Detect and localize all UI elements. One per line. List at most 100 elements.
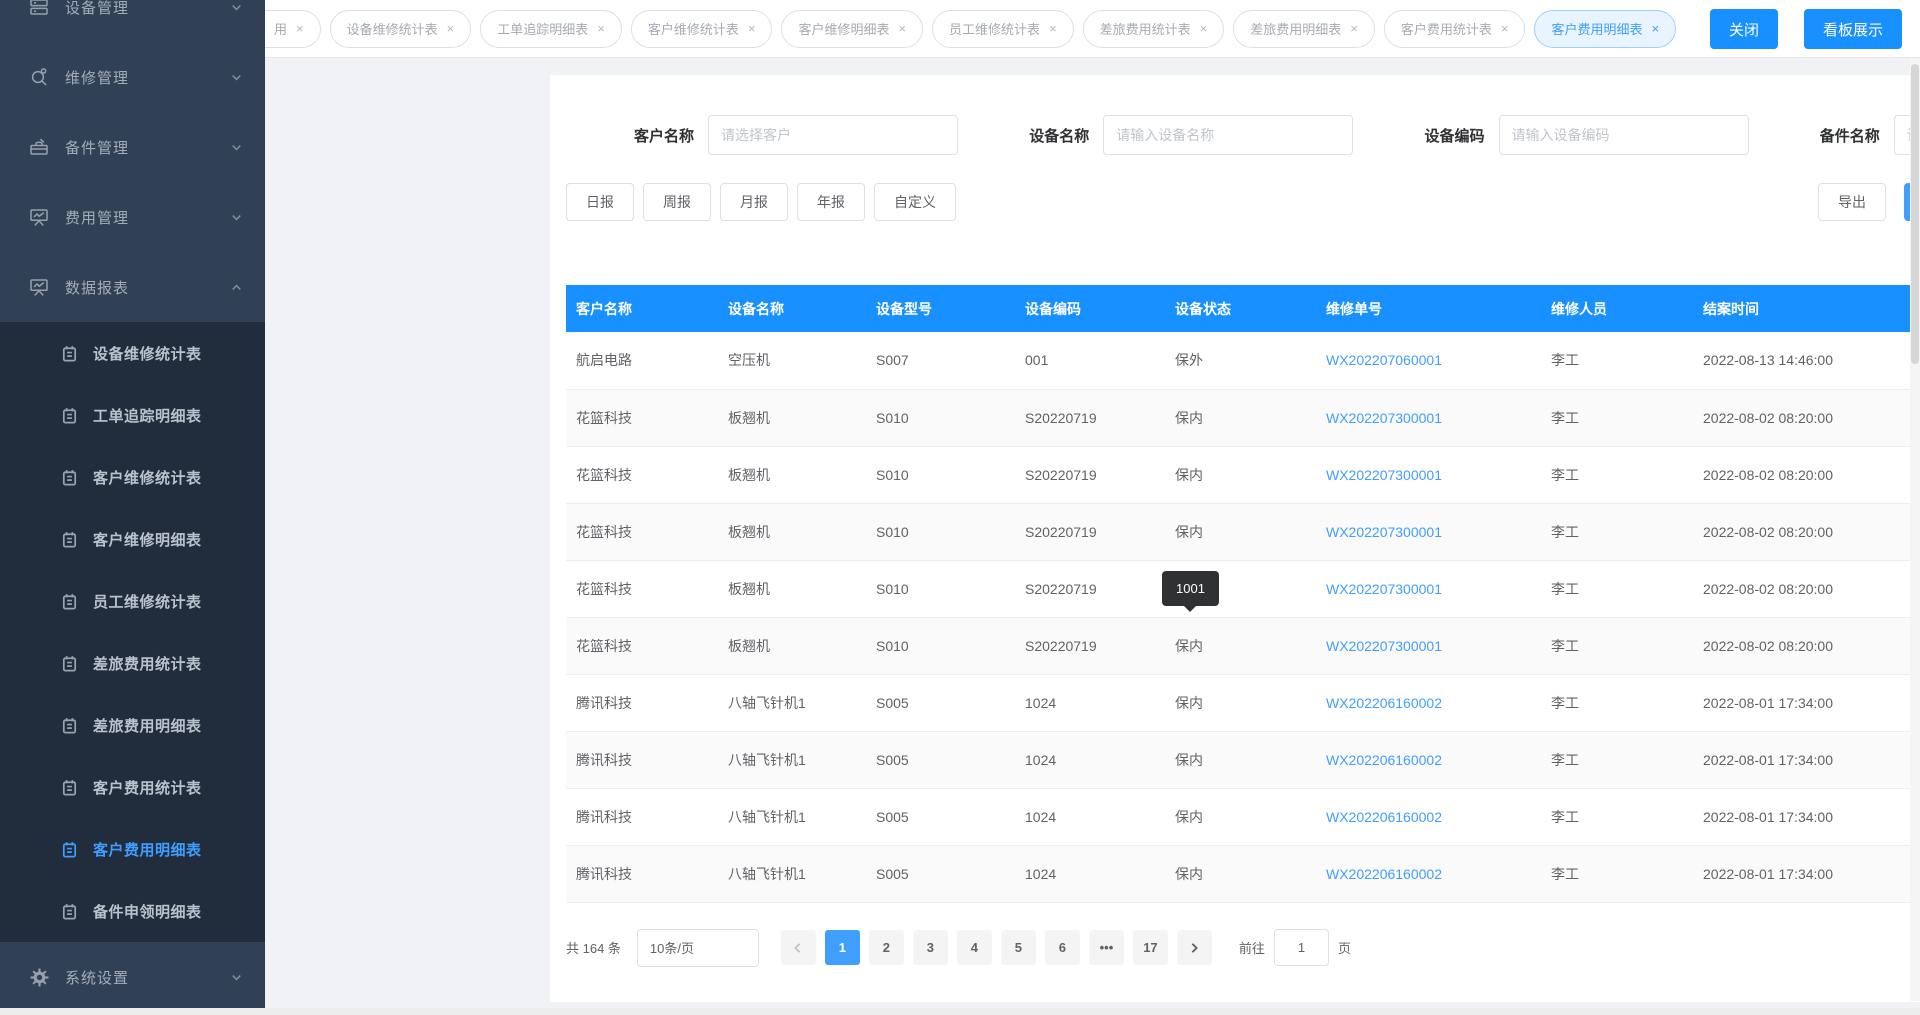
table-cell: 2022-08-01 17:34:00 [1693, 731, 1918, 788]
period-button-年报[interactable]: 年报 [797, 183, 865, 221]
sidebar-subitem[interactable]: 员工维修统计表 [0, 570, 265, 632]
tab-工单追踪明细表[interactable]: 工单追踪明细表× [480, 10, 622, 48]
close-icon[interactable]: × [597, 22, 605, 35]
sidebar-item-1[interactable]: 维修管理 [0, 42, 265, 112]
page-button-5[interactable]: 5 [1001, 930, 1036, 965]
table-cell: 保内 [1165, 731, 1316, 788]
tab-客户费用明细表[interactable]: 客户费用明细表× [1534, 10, 1676, 48]
close-icon[interactable]: × [1049, 22, 1057, 35]
close-icon[interactable]: × [898, 22, 906, 35]
table-cell: 2022-08-02 08:20:00 [1693, 503, 1918, 560]
table-cell: 2022-08-01 17:34:00 [1693, 674, 1918, 731]
page-button-2[interactable]: 2 [869, 930, 904, 965]
table-cell: 2022-08-02 08:20:00 [1693, 389, 1918, 446]
customer-select[interactable]: 请选择客户 [708, 115, 958, 155]
work-order-link[interactable]: WX202207300001 [1316, 446, 1541, 503]
sidebar-subitem[interactable]: 客户维修统计表 [0, 446, 265, 508]
period-button-日报[interactable]: 日报 [566, 183, 634, 221]
page-size-value: 10条/页 [650, 938, 694, 957]
vertical-scrollbar[interactable] [1910, 58, 1920, 1001]
sidebar-subitem[interactable]: 工单追踪明细表 [0, 384, 265, 446]
period-button-月报[interactable]: 月报 [720, 183, 788, 221]
tab-设备维修统计表[interactable]: 设备维修统计表× [330, 10, 472, 48]
close-icon[interactable]: × [1350, 22, 1358, 35]
next-page-button[interactable] [1177, 930, 1212, 965]
customer-select-placeholder: 请选择客户 [721, 125, 945, 145]
tab-label: 员工维修统计表 [949, 19, 1040, 38]
sidebar-item-3[interactable]: 费用管理 [0, 182, 265, 252]
tab-员工维修统计表[interactable]: 员工维修统计表 × [932, 10, 1074, 48]
work-order-link[interactable]: WX202206160002 [1316, 674, 1541, 731]
table-cell: 腾讯科技 [566, 845, 718, 902]
table-cell: 保内 [1165, 845, 1316, 902]
sidebar-subitem[interactable]: 客户费用统计表 [0, 756, 265, 818]
sidebar-subitem-label: 客户维修统计表 [93, 467, 202, 488]
horizontal-scrollbar[interactable] [0, 1008, 1920, 1015]
notebook-icon [60, 716, 79, 735]
period-button-自定义[interactable]: 自定义 [874, 183, 956, 221]
work-order-link[interactable]: WX202207300001 [1316, 389, 1541, 446]
page-button-17[interactable]: 17 [1133, 930, 1168, 965]
chevron-down-icon [230, 971, 243, 984]
notebook-icon [60, 778, 79, 797]
toolbar-right: 导出 搜索 清空所有 展开 [1818, 183, 1920, 221]
work-order-link[interactable]: WX202207300001 [1316, 503, 1541, 560]
notebook-icon [60, 902, 79, 921]
page-button-1[interactable]: 1 [825, 930, 860, 965]
goto-page-input[interactable] [1274, 929, 1329, 966]
work-order-link[interactable]: WX202207300001 [1316, 617, 1541, 674]
sidebar-item-label: 备件管理 [65, 137, 230, 158]
page-button-3[interactable]: 3 [913, 930, 948, 965]
sidebar-item-2[interactable]: 备件管理 [0, 112, 265, 182]
work-order-link[interactable]: WX202206160002 [1316, 731, 1541, 788]
tooltip: 1001 [1162, 571, 1219, 606]
sidebar-subitem[interactable]: 差旅费用统计表 [0, 632, 265, 694]
work-order-link[interactable]: WX202207060001 [1316, 332, 1541, 389]
vertical-scrollbar-thumb[interactable] [1911, 64, 1919, 364]
tab-差旅费用统计表[interactable]: 差旅费用统计表× [1083, 10, 1225, 48]
tab-客户费用统计表[interactable]: 客户费用统计表× [1384, 10, 1526, 48]
column-header-维修人员: 维修人员 [1541, 285, 1693, 332]
chevron-down-icon [230, 211, 243, 224]
sidebar-item-0[interactable]: 设备管理 [0, 0, 265, 42]
table-cell: 腾讯科技 [566, 731, 718, 788]
work-order-link[interactable]: WX202206160002 [1316, 788, 1541, 845]
close-button[interactable]: 关闭 [1710, 9, 1778, 49]
page-size-select[interactable]: 10条/页 [637, 929, 759, 967]
page-ellipsis-button[interactable]: ••• [1089, 930, 1124, 965]
sidebar-subitem[interactable]: 差旅费用明细表 [0, 694, 265, 756]
work-order-link[interactable]: WX202207300001 [1316, 560, 1541, 617]
close-icon[interactable]: × [1501, 22, 1509, 35]
close-icon[interactable]: × [1652, 22, 1660, 35]
device-code-input[interactable] [1512, 127, 1736, 143]
sidebar-subitem[interactable]: 备件申领明细表 [0, 880, 265, 942]
gear-icon [28, 966, 50, 988]
page-button-4[interactable]: 4 [957, 930, 992, 965]
close-icon[interactable]: × [1200, 22, 1208, 35]
sidebar-item-label: 数据报表 [65, 277, 230, 298]
prev-page-button[interactable] [781, 930, 816, 965]
table-cell: 空压机 [718, 332, 866, 389]
close-icon[interactable]: × [447, 22, 455, 35]
export-button[interactable]: 导出 [1818, 183, 1886, 221]
sidebar-subitem[interactable]: 客户维修明细表 [0, 508, 265, 570]
page-button-6[interactable]: 6 [1045, 930, 1080, 965]
sidebar-item-settings[interactable]: 系统设置 [0, 942, 265, 1008]
tab-差旅费用明细表[interactable]: 差旅费用明细表 × [1233, 10, 1375, 48]
tab-用[interactable]: 用× [265, 10, 321, 48]
close-icon[interactable]: × [748, 22, 756, 35]
period-button-周报[interactable]: 周报 [643, 183, 711, 221]
table-row: 腾讯科技八轴飞针机1S0051024保内WX202206160002李工2022… [566, 845, 1920, 902]
table-cell: 腾讯科技 [566, 788, 718, 845]
tab-客户维修统计表[interactable]: 客户维修统计表× [631, 10, 773, 48]
work-order-link[interactable]: WX202206160002 [1316, 845, 1541, 902]
sidebar-item-4[interactable]: 数据报表 [0, 252, 265, 322]
device-code-label: 设备编码 [1357, 125, 1499, 146]
device-name-input[interactable] [1116, 127, 1340, 143]
tab-客户维修明细表[interactable]: 客户维修明细表× [781, 10, 923, 48]
close-icon[interactable]: × [296, 22, 304, 35]
sidebar-subitem[interactable]: 设备维修统计表 [0, 322, 265, 384]
tab-label: 差旅费用明细表 [1250, 19, 1341, 38]
board-display-button[interactable]: 看板展示 [1804, 9, 1902, 49]
sidebar-subitem[interactable]: 客户费用明细表 [0, 818, 265, 880]
